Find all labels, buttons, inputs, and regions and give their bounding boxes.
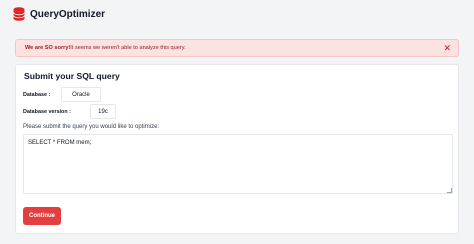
resize-handle[interactable] [447,188,452,193]
database-select[interactable]: Oracle [61,87,101,102]
query-form-card: Submit your SQL query Database : Oracle … [15,64,459,234]
close-icon[interactable]: ✕ [443,43,451,53]
brand-name[interactable]: QueryOptimizer [30,9,105,20]
database-version-select[interactable]: 19c [90,104,116,119]
error-alert: We are SO sorry! It seems we weren't abl… [15,39,459,57]
form-title: Submit your SQL query [24,71,120,81]
database-version-label: Database version : [23,109,71,115]
instruction-text: Please submit the query you would like t… [23,124,160,130]
database-label: Database : [23,92,51,98]
alert-strong-text: We are SO sorry! [25,45,71,51]
navbar: QueryOptimizer [0,0,474,28]
query-text: SELECT * FROM mem; [28,140,92,146]
continue-button[interactable]: Continue [23,207,61,225]
query-textarea[interactable]: SELECT * FROM mem; [23,134,453,194]
alert-message: It seems we weren't able to analyze this… [70,45,186,51]
database-icon[interactable] [13,7,25,21]
